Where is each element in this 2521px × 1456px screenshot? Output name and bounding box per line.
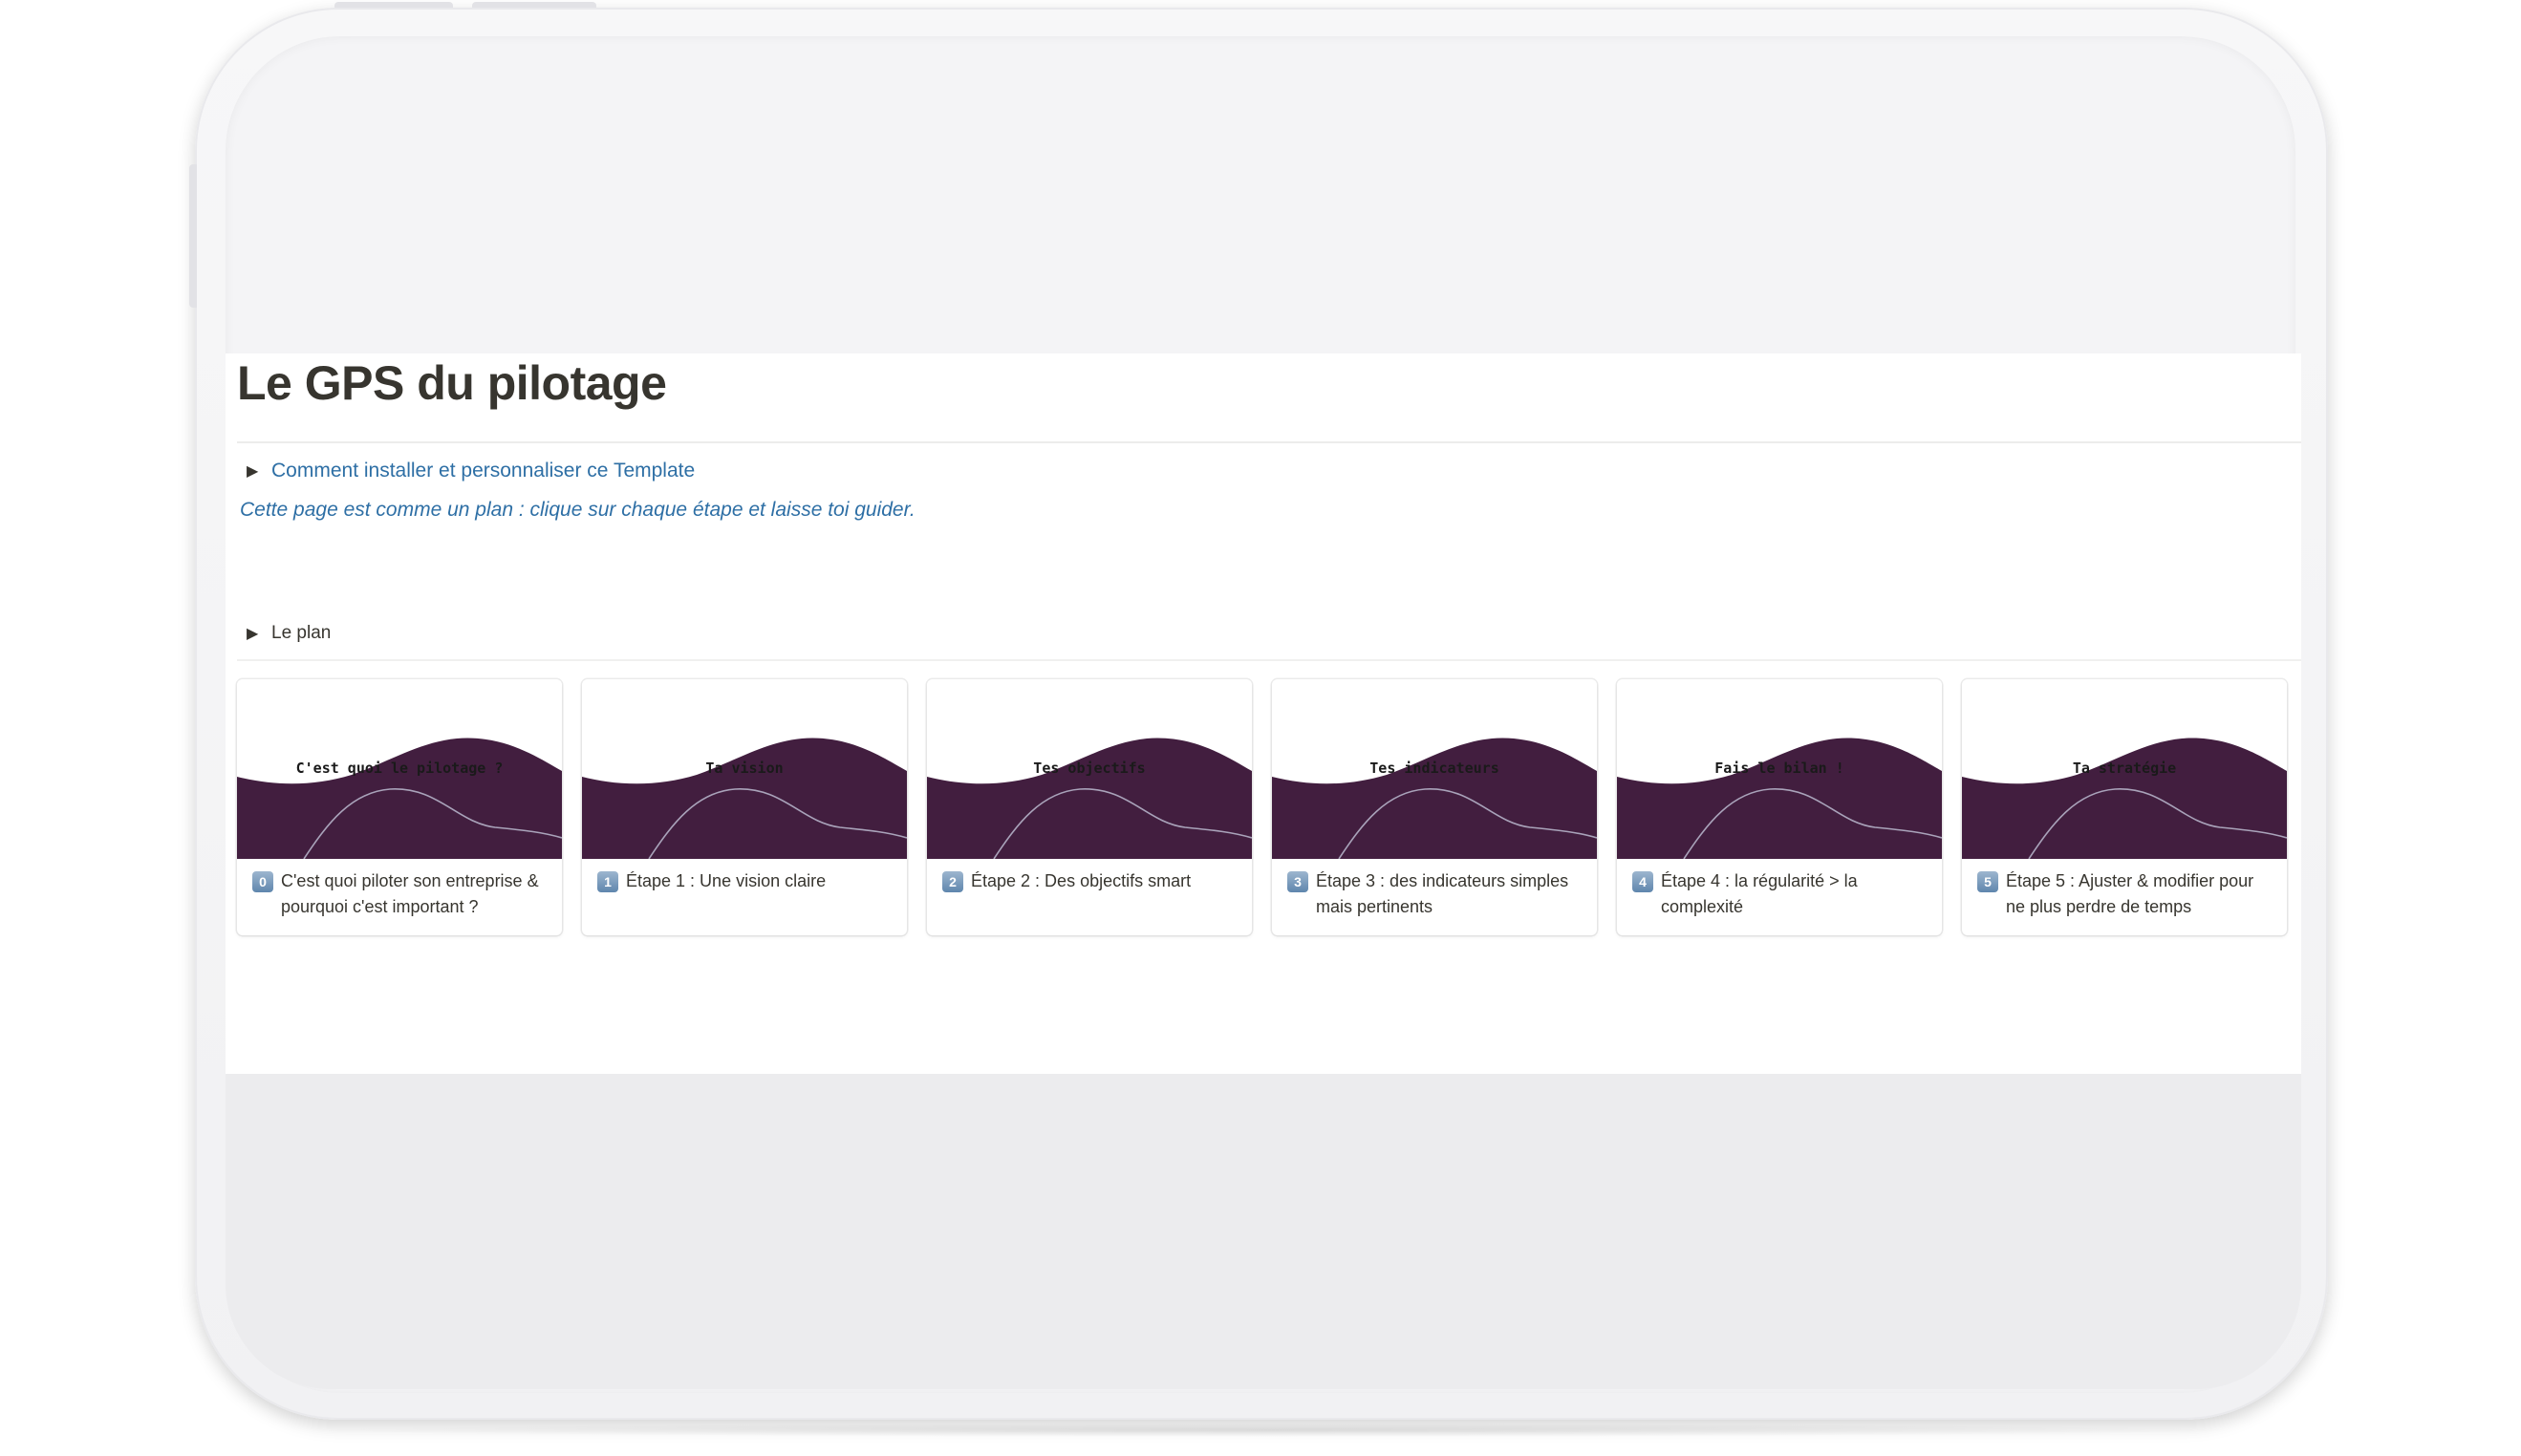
gallery-card[interactable]: Ta stratégie 5 Étape 5 : Ajuster & modif… bbox=[1962, 679, 2287, 935]
tablet-shadow bbox=[287, 1424, 2255, 1437]
number-badge-icon: 0 bbox=[252, 871, 273, 892]
card-cover-image: Fais le bilan ! bbox=[1617, 679, 1942, 859]
card-body: 3 Étape 3 : des indicateurs simples mais… bbox=[1287, 868, 1585, 920]
card-body: 5 Étape 5 : Ajuster & modifier pour ne p… bbox=[1977, 868, 2275, 920]
card-cover-image: Ta stratégie bbox=[1962, 679, 2287, 859]
card-title[interactable]: C'est quoi piloter son entreprise & pour… bbox=[281, 868, 550, 920]
number-badge-icon: 5 bbox=[1977, 871, 1998, 892]
notion-page: Le GPS du pilotage ▶ Comment installer e… bbox=[226, 353, 2301, 1074]
number-badge-icon: 4 bbox=[1632, 871, 1653, 892]
number-badge-icon: 3 bbox=[1287, 871, 1308, 892]
card-title[interactable]: Étape 1 : Une vision claire bbox=[626, 868, 826, 894]
title-divider bbox=[237, 441, 2301, 443]
card-title[interactable]: Étape 3 : des indicateurs simples mais p… bbox=[1316, 868, 1585, 920]
tablet-top-button-2 bbox=[472, 2, 596, 8]
card-cover-image: C'est quoi le pilotage ? bbox=[237, 679, 562, 859]
gallery-card[interactable]: Ta vision 1 Étape 1 : Une vision claire bbox=[582, 679, 907, 935]
card-cover-label: C'est quoi le pilotage ? bbox=[295, 760, 504, 777]
toggle-arrow-icon[interactable]: ▶ bbox=[247, 624, 271, 643]
card-cover-label: Tes objectifs bbox=[1033, 760, 1146, 777]
gallery-card[interactable]: Fais le bilan ! 4 Étape 4 : la régularit… bbox=[1617, 679, 1942, 935]
card-body: 1 Étape 1 : Une vision claire bbox=[597, 868, 895, 894]
card-cover-image: Ta vision bbox=[582, 679, 907, 859]
number-badge-icon: 1 bbox=[597, 871, 618, 892]
card-cover-image: Tes objectifs bbox=[927, 679, 1252, 859]
plan-divider bbox=[237, 659, 2301, 661]
install-toggle-label: Comment installer et personnaliser ce Te… bbox=[271, 460, 696, 482]
page-title: Le GPS du pilotage bbox=[237, 356, 667, 410]
number-badge-icon: 2 bbox=[942, 871, 963, 892]
install-toggle[interactable]: ▶ Comment installer et personnaliser ce … bbox=[247, 457, 695, 485]
plan-gallery: C'est quoi le pilotage ? 0 C'est quoi pi… bbox=[237, 679, 2292, 935]
toggle-arrow-icon[interactable]: ▶ bbox=[247, 461, 271, 481]
gallery-card[interactable]: Tes objectifs 2 Étape 2 : Des objectifs … bbox=[927, 679, 1252, 935]
gallery-card[interactable]: Tes indicateurs 3 Étape 3 : des indicate… bbox=[1272, 679, 1597, 935]
gallery-card[interactable]: C'est quoi le pilotage ? 0 C'est quoi pi… bbox=[237, 679, 562, 935]
tablet-side-button bbox=[189, 164, 197, 308]
card-title[interactable]: Étape 2 : Des objectifs smart bbox=[971, 868, 1191, 894]
card-title[interactable]: Étape 4 : la régularité > la complexité bbox=[1661, 868, 1930, 920]
card-cover-label: Tes indicateurs bbox=[1369, 760, 1499, 777]
page-note: Cette page est comme un plan : clique su… bbox=[240, 499, 916, 521]
plan-toggle-label: Le plan bbox=[271, 623, 332, 643]
card-body: 4 Étape 4 : la régularité > la complexit… bbox=[1632, 868, 1930, 920]
plan-toggle[interactable]: ▶ Le plan bbox=[247, 619, 331, 648]
tablet-top-button-1 bbox=[334, 2, 453, 8]
card-cover-label: Ta stratégie bbox=[2072, 760, 2177, 777]
card-title[interactable]: Étape 5 : Ajuster & modifier pour ne plu… bbox=[2006, 868, 2275, 920]
card-cover-label: Ta vision bbox=[705, 760, 784, 777]
screen-bottom-area bbox=[226, 1074, 2301, 1389]
card-cover-image: Tes indicateurs bbox=[1272, 679, 1597, 859]
card-body: 2 Étape 2 : Des objectifs smart bbox=[942, 868, 1240, 894]
card-body: 0 C'est quoi piloter son entreprise & po… bbox=[252, 868, 550, 920]
card-cover-label: Fais le bilan ! bbox=[1714, 760, 1844, 777]
